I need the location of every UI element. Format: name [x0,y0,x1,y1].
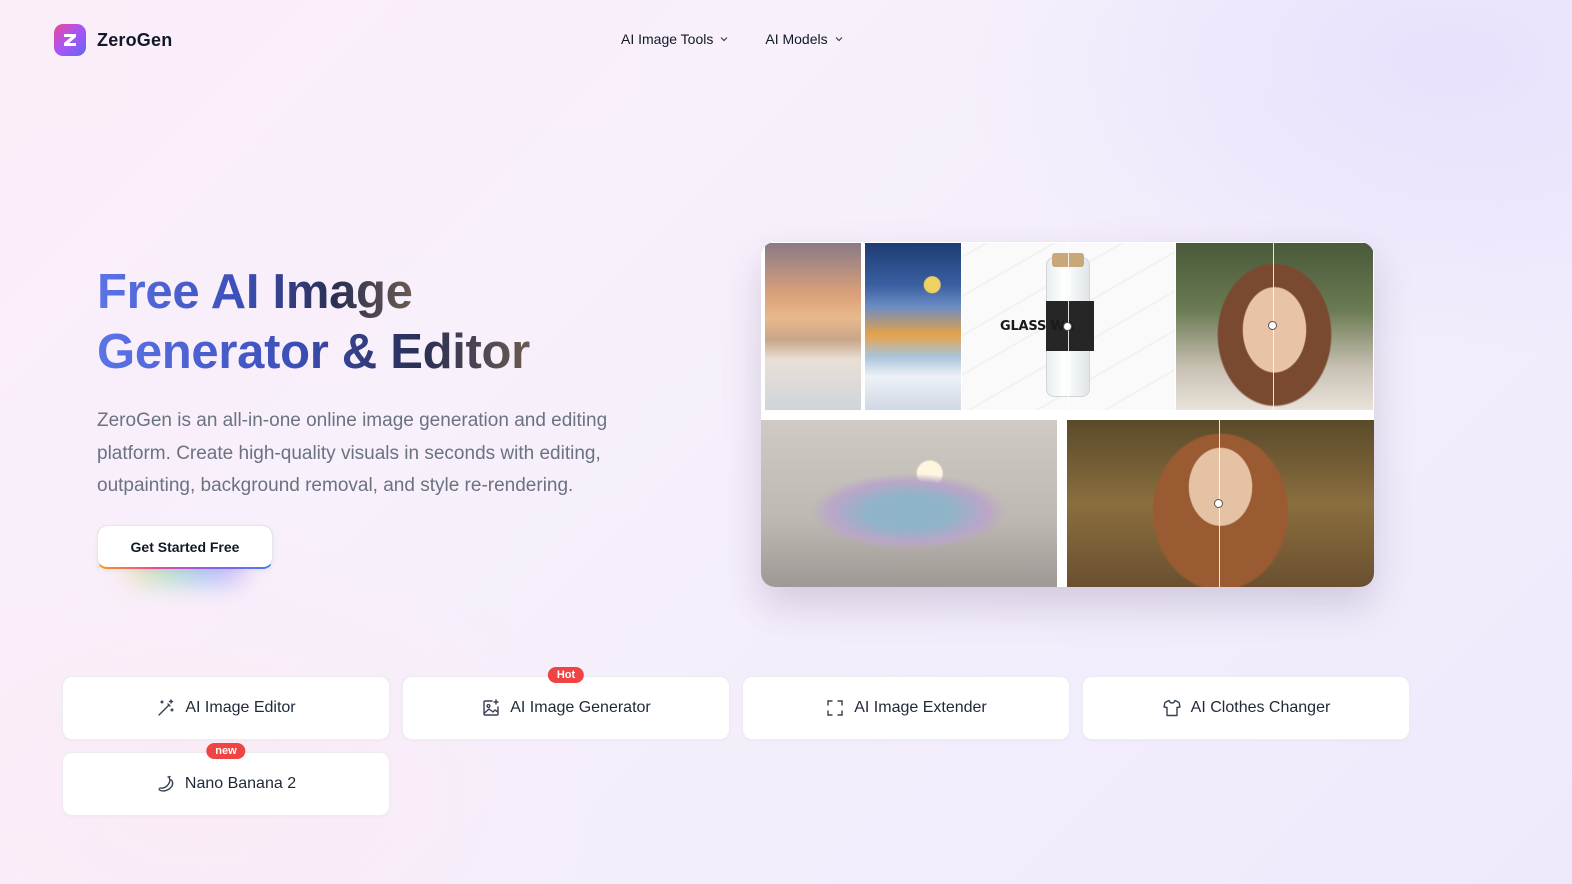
tool-card-ai-clothes-changer[interactable]: AI Clothes Changer [1082,676,1410,740]
nav-ai-image-tools[interactable]: AI Image Tools [621,31,729,47]
hero-title-line2: Generator & Editor [97,325,530,379]
site-header: ZeroGen AI Image Tools AI Models [0,0,1572,80]
image-plus-icon [483,699,499,716]
hero-title-line1: Free AI Image [97,265,413,319]
showcase-collage: GLASS WA [761,242,1374,587]
compare-handle[interactable] [1063,322,1072,331]
chevron-down-icon [720,37,728,42]
compare-handle[interactable] [1268,321,1277,330]
new-badge: new [206,743,246,759]
showcase-fantasy-landscape [761,420,1057,587]
banana-icon [158,775,174,792]
cta-wrapper: Get Started Free [97,525,273,583]
tool-card-label: AI Clothes Changer [1190,699,1331,716]
get-started-button[interactable]: Get Started Free [97,525,273,569]
tool-card-ai-image-editor[interactable]: AI Image Editor [62,676,390,740]
hero-description: ZeroGen is an all-in-one online image ge… [97,410,608,496]
hot-badge: Hot [547,667,585,683]
nav-ai-models[interactable]: AI Models [765,31,843,47]
hero-title: Free AI Image Generator & Editor [97,262,697,382]
chevron-down-icon [835,37,843,42]
tool-card-label: AI Image Editor [185,699,296,716]
zerogen-logo-icon [54,24,86,56]
compare-handle[interactable] [1214,499,1223,508]
brand-name: ZeroGen [97,29,173,50]
tool-card-ai-image-generator[interactable]: Hot AI Image Generator [402,667,730,740]
tool-card-label: AI Image Generator [510,699,651,716]
nav-label: AI Models [765,31,828,47]
showcase-beach-painting [865,243,961,410]
brand-logo[interactable]: ZeroGen [54,24,172,56]
showcase-portrait-woman [1176,243,1373,410]
showcase-beach-photo [765,243,861,410]
tool-card-nano-banana-2[interactable]: new Nano Banana 2 [62,743,390,816]
magic-wand-icon [158,699,175,716]
tool-card-label: Nano Banana 2 [184,775,297,792]
showcase-bottle-background-removal: GLASS WA [962,243,1175,410]
main-nav: AI Image Tools AI Models [621,31,844,47]
tool-card-label: AI Image Extender [854,699,987,716]
tool-card-ai-image-extender[interactable]: AI Image Extender [742,676,1070,740]
expand-frame-icon [827,700,843,716]
showcase-portrait-girl [1067,420,1374,587]
nav-label: AI Image Tools [621,31,714,47]
shirt-icon [1162,699,1181,717]
